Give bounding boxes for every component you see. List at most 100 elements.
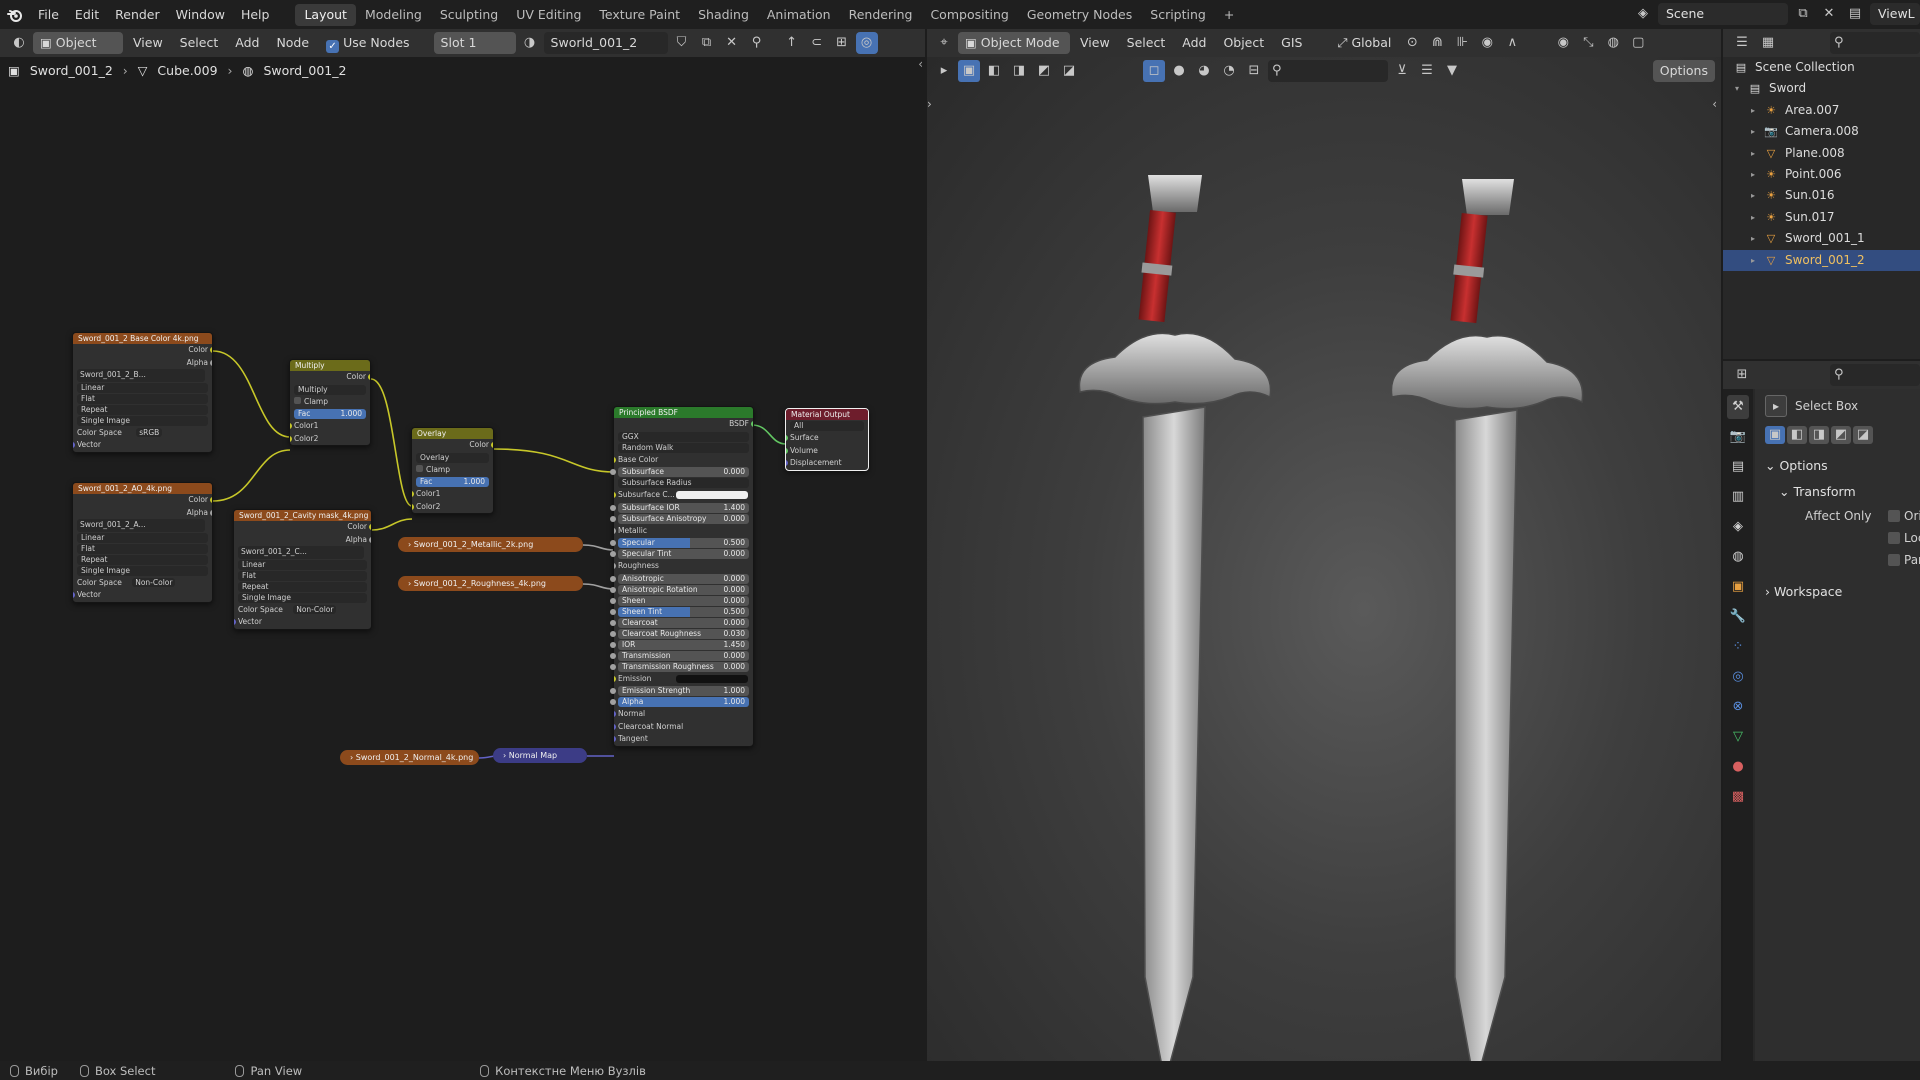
fac-slider[interactable]: Fac 1.000 — [294, 409, 366, 419]
pin-icon[interactable]: ⚲ — [746, 32, 768, 54]
tab-modeling[interactable]: Modeling — [356, 4, 431, 26]
color-space-dropdown[interactable]: sRGB — [136, 427, 163, 437]
menu-window[interactable]: Window — [168, 4, 233, 26]
render-tab-icon[interactable]: 📷 — [1727, 425, 1749, 449]
bsdf-input-anisotropic[interactable]: Anisotropic 0.000 — [610, 573, 749, 584]
blend-type-dropdown[interactable]: Overlay — [416, 452, 489, 463]
image-name-field[interactable]: Sword_001_2_B... — [77, 369, 205, 382]
extension-dropdown[interactable]: Repeat — [77, 404, 208, 415]
socket-bsdf-out[interactable]: BSDF — [614, 418, 753, 431]
orientation-dropdown[interactable]: ⤢ Global — [1330, 32, 1398, 54]
outliner-item-sword[interactable]: ▾ ▤ Sword — [1723, 78, 1920, 99]
socket-displacement-in[interactable]: Displacement — [786, 457, 868, 470]
node-overlay[interactable]: Overlay Color Overlay Clamp Fac 1.000 Col… — [411, 427, 494, 514]
tab-texture-paint[interactable]: Texture Paint — [590, 4, 689, 26]
clamp-checkbox[interactable]: Clamp — [412, 464, 493, 477]
material-name-field[interactable]: Sworld_001_2 — [543, 32, 668, 54]
node-cavity-texture[interactable]: Sword_001_2_Cavity mask_4k.png Color Alp… — [233, 509, 372, 630]
outliner-search-field[interactable]: ⚲ — [1830, 32, 1920, 54]
tab-animation[interactable]: Animation — [758, 4, 840, 26]
filter-icon[interactable]: ⊻ — [1391, 60, 1413, 82]
delete-scene-icon[interactable]: ✕ — [1818, 3, 1840, 25]
bsdf-input-specular[interactable]: Specular 0.500 — [610, 538, 749, 548]
slot-dropdown[interactable]: Slot 1 — [433, 32, 516, 54]
workspace-panel-header[interactable]: › Workspace — [1755, 579, 1920, 605]
parent-node-icon[interactable]: ↑ — [781, 32, 803, 54]
blender-logo-icon[interactable] — [0, 8, 30, 22]
expand-triangle-icon[interactable]: ▸ — [1751, 207, 1763, 228]
socket-color-out[interactable]: Color — [73, 494, 212, 507]
bsdf-input-ior[interactable]: IOR 1.450 — [610, 639, 749, 650]
constraints-tab-icon[interactable]: ⊗ — [1727, 695, 1749, 719]
outliner-item-sword-001-2[interactable]: ▸ ▽ Sword_001_2 — [1723, 249, 1920, 271]
tab-compositing[interactable]: Compositing — [921, 4, 1017, 26]
display-mode-icon[interactable]: ▦ — [1757, 32, 1779, 54]
outliner-item-sun-017[interactable]: ▸ ☀ Sun.017 — [1723, 207, 1920, 228]
view-layer-icon[interactable]: ▤ — [1844, 3, 1866, 25]
expand-triangle-icon[interactable]: ▸ — [1751, 121, 1763, 142]
material-browse-icon[interactable]: ◑ — [519, 32, 541, 54]
mode-invert-icon[interactable]: ◩ — [1831, 426, 1851, 444]
bsdf-input-normal[interactable]: Normal — [614, 708, 753, 721]
node-normal-texture[interactable]: › Sword_001_2_Normal_4k.png — [340, 750, 479, 765]
options-dropdown[interactable]: Options — [1652, 60, 1715, 82]
proportional-edit-icon[interactable]: ◉ — [1476, 32, 1498, 54]
fac-slider[interactable]: Fac 1.000 — [416, 477, 489, 487]
socket-color2-in[interactable]: Color2 — [290, 433, 370, 446]
3d-viewport[interactable]: › ‹ — [927, 57, 1721, 1061]
snap-icon[interactable]: ⊂ — [806, 32, 828, 54]
projection-dropdown[interactable]: Flat — [77, 393, 208, 404]
snap-magnet-icon[interactable]: ⋒ — [1426, 32, 1448, 54]
snap-increment-icon[interactable]: ⊪ — [1451, 32, 1473, 54]
bsdf-input-clearcoat-normal[interactable]: Clearcoat Normal — [614, 721, 753, 734]
tab-uv-editing[interactable]: UV Editing — [507, 4, 590, 26]
node-roughness-texture[interactable]: › Sword_001_2_Roughness_4k.png — [398, 576, 583, 591]
scene-collection-row[interactable]: ▤ Scene Collection — [1723, 57, 1920, 78]
outliner-item-sword-001-1[interactable]: ▸ ▽ Sword_001_1 — [1723, 228, 1920, 249]
source-dropdown[interactable]: Single Image — [77, 415, 208, 426]
socket-color2-in[interactable]: Color2 — [412, 501, 493, 514]
menu-render[interactable]: Render — [107, 4, 168, 26]
texture-tab-icon[interactable]: ▩ — [1727, 785, 1749, 809]
node-menu-view[interactable]: View — [126, 32, 170, 54]
socket-surface-in[interactable]: Surface — [786, 432, 868, 445]
bsdf-input-clearcoat-roughness[interactable]: Clearcoat Roughness 0.030 — [610, 628, 749, 639]
target-dropdown[interactable]: All — [790, 421, 864, 431]
color-space-dropdown[interactable]: Non-Color — [132, 577, 176, 587]
extension-dropdown[interactable]: Repeat — [77, 554, 208, 565]
select-subtract-icon[interactable]: ◨ — [1008, 60, 1030, 82]
select-new-icon[interactable]: ▣ — [958, 60, 980, 82]
blend-type-dropdown[interactable]: Multiply — [294, 384, 366, 395]
bsdf-input-roughness[interactable]: Roughness — [614, 560, 753, 573]
new-scene-icon[interactable]: ⧉ — [1792, 3, 1814, 25]
color-space-dropdown[interactable]: Non-Color — [293, 604, 337, 614]
editor-type-icon[interactable]: ◐ — [8, 32, 30, 54]
fake-user-shield-icon[interactable]: ⛉ — [671, 32, 693, 54]
socket-color-out[interactable]: Color — [412, 439, 493, 452]
image-selector[interactable]: Sword_001_2_B... — [73, 369, 212, 382]
socket-color-out[interactable]: Color — [73, 344, 212, 357]
select-intersect-icon[interactable]: ◪ — [1058, 60, 1080, 82]
properties-editor-type-icon[interactable]: ⊞ — [1731, 364, 1753, 386]
overlay-toggle-icon[interactable]: ◎ — [855, 32, 878, 54]
mode-intersect-icon[interactable]: ◪ — [1853, 426, 1873, 444]
physics-tab-icon[interactable]: ◎ — [1727, 665, 1749, 689]
add-workspace-button[interactable]: + — [1215, 4, 1243, 26]
material-tab-icon[interactable]: ● — [1727, 755, 1749, 779]
tab-sculpting[interactable]: Sculpting — [431, 4, 507, 26]
collapse-toolbar-chevron-icon[interactable]: › — [927, 97, 932, 111]
bsdf-input-emission-strength[interactable]: Emission Strength 1.000 — [610, 686, 749, 696]
falloff-icon[interactable]: ∧ — [1501, 32, 1523, 54]
color-space-row[interactable]: Color Space Non-Color — [73, 577, 212, 590]
expand-triangle-icon[interactable]: ▸ — [1751, 143, 1763, 164]
image-selector[interactable]: Sword_001_2_C... — [234, 546, 371, 559]
snap-target-icon[interactable]: ⊞ — [831, 32, 853, 54]
gizmo-icon[interactable]: ⤡ — [1577, 32, 1599, 54]
scene-selector[interactable]: Scene — [1658, 3, 1788, 25]
expand-triangle-icon[interactable]: ▸ — [1751, 250, 1763, 271]
properties-search-field[interactable]: ⚲ — [1830, 364, 1920, 386]
shading-material-icon[interactable]: ◕ — [1193, 60, 1215, 82]
socket-alpha-out[interactable]: Alpha — [73, 357, 212, 370]
node-normal-map[interactable]: › Normal Map — [493, 748, 587, 763]
mode-set-icon[interactable]: ▣ — [1765, 426, 1785, 444]
